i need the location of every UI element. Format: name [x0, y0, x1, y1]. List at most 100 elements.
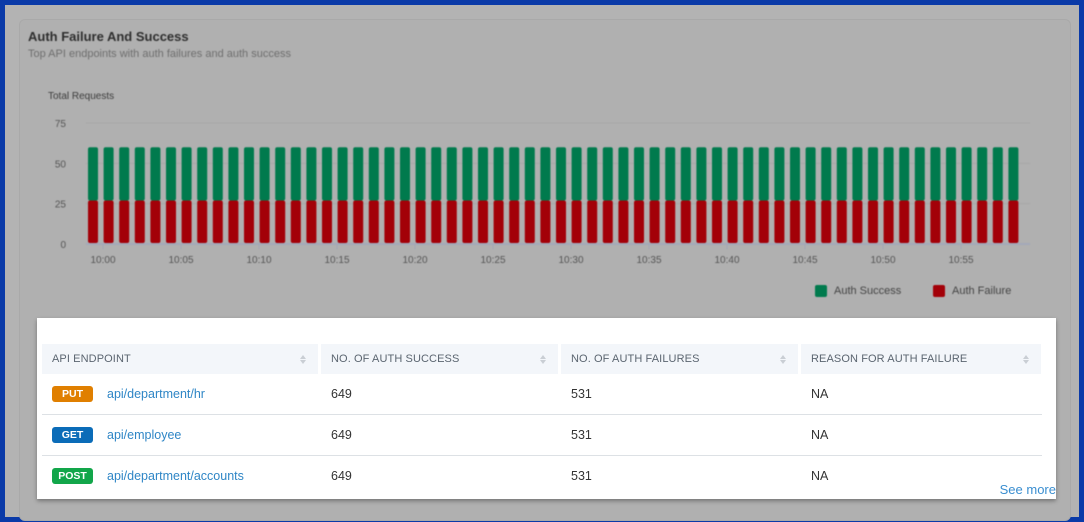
legend-item-auth-failure[interactable]: Auth Failure	[933, 285, 1011, 297]
bar-auth-failure[interactable]	[446, 200, 457, 243]
bar-auth-success[interactable]	[899, 147, 910, 201]
bar-auth-failure[interactable]	[181, 200, 192, 243]
bar-auth-failure[interactable]	[415, 200, 426, 243]
bar-auth-failure[interactable]	[712, 200, 722, 243]
bar-auth-success[interactable]	[805, 147, 816, 201]
bar-auth-success[interactable]	[992, 147, 1003, 201]
bar-auth-failure[interactable]	[306, 200, 317, 243]
bar-auth-failure[interactable]	[727, 200, 738, 243]
bar-auth-success[interactable]	[946, 147, 956, 201]
bar-auth-success[interactable]	[821, 147, 832, 201]
bar-auth-success[interactable]	[790, 147, 800, 201]
bar-auth-success[interactable]	[540, 147, 551, 201]
bar-auth-success[interactable]	[166, 147, 176, 201]
bar-auth-failure[interactable]	[649, 200, 660, 243]
bar-auth-success[interactable]	[275, 147, 286, 201]
bar-auth-failure[interactable]	[322, 200, 332, 243]
bar-auth-failure[interactable]	[899, 200, 910, 243]
bar-auth-failure[interactable]	[337, 200, 348, 243]
bar-auth-failure[interactable]	[914, 200, 925, 243]
bar-auth-failure[interactable]	[524, 200, 535, 243]
bar-auth-failure[interactable]	[665, 200, 676, 243]
bar-auth-success[interactable]	[618, 147, 629, 201]
bar-auth-failure[interactable]	[540, 200, 551, 243]
bar-auth-success[interactable]	[119, 147, 130, 201]
bar-auth-failure[interactable]	[634, 200, 644, 243]
bar-auth-failure[interactable]	[462, 200, 473, 243]
bar-auth-failure[interactable]	[946, 200, 956, 243]
bar-auth-success[interactable]	[961, 147, 972, 201]
bar-auth-success[interactable]	[103, 147, 114, 201]
sort-icon[interactable]	[300, 354, 306, 364]
bar-auth-failure[interactable]	[493, 200, 504, 243]
bar-auth-success[interactable]	[228, 147, 239, 201]
bar-auth-failure[interactable]	[868, 200, 878, 243]
bar-auth-success[interactable]	[446, 147, 457, 201]
bar-auth-failure[interactable]	[509, 200, 520, 243]
bar-auth-success[interactable]	[322, 147, 332, 201]
bar-auth-failure[interactable]	[743, 200, 754, 243]
bar-auth-failure[interactable]	[368, 200, 379, 243]
sort-icon[interactable]	[780, 354, 786, 364]
bar-auth-success[interactable]	[368, 147, 379, 201]
bar-auth-success[interactable]	[415, 147, 426, 201]
bar-auth-success[interactable]	[914, 147, 925, 201]
bar-auth-failure[interactable]	[680, 200, 691, 243]
column-header-auth-success[interactable]: NO. OF AUTH SUCCESS	[321, 344, 558, 374]
legend-item-auth-success[interactable]: Auth Success	[815, 285, 901, 297]
bar-auth-success[interactable]	[852, 147, 863, 201]
bar-auth-failure[interactable]	[212, 200, 223, 243]
bar-auth-failure[interactable]	[384, 200, 395, 243]
bar-auth-success[interactable]	[634, 147, 644, 201]
bar-auth-failure[interactable]	[353, 200, 364, 243]
bar-auth-failure[interactable]	[197, 200, 208, 243]
endpoint-link[interactable]: api/department/accounts	[107, 469, 244, 483]
bar-auth-success[interactable]	[727, 147, 738, 201]
bar-auth-success[interactable]	[883, 147, 894, 201]
endpoint-link[interactable]: api/employee	[107, 428, 181, 442]
bar-auth-failure[interactable]	[852, 200, 863, 243]
bar-auth-success[interactable]	[743, 147, 754, 201]
bar-auth-failure[interactable]	[977, 200, 988, 243]
bar-auth-failure[interactable]	[883, 200, 894, 243]
bar-auth-failure[interactable]	[961, 200, 972, 243]
see-more-link[interactable]: See more	[1000, 482, 1056, 497]
bar-auth-success[interactable]	[930, 147, 941, 201]
bar-auth-success[interactable]	[524, 147, 535, 201]
column-header-api-endpoint[interactable]: API ENDPOINT	[42, 344, 318, 374]
bar-auth-failure[interactable]	[290, 200, 301, 243]
bar-auth-success[interactable]	[212, 147, 223, 201]
bar-auth-failure[interactable]	[790, 200, 800, 243]
bar-auth-success[interactable]	[431, 147, 442, 201]
bar-auth-success[interactable]	[602, 147, 613, 201]
bar-auth-failure[interactable]	[992, 200, 1003, 243]
bar-auth-success[interactable]	[868, 147, 878, 201]
bar-auth-failure[interactable]	[275, 200, 286, 243]
bar-auth-failure[interactable]	[821, 200, 832, 243]
column-header-auth-failures[interactable]: NO. OF AUTH FAILURES	[561, 344, 798, 374]
bar-auth-success[interactable]	[88, 147, 98, 201]
bar-auth-failure[interactable]	[259, 200, 270, 243]
bar-auth-success[interactable]	[696, 147, 707, 201]
sort-icon[interactable]	[1023, 354, 1029, 364]
bar-auth-success[interactable]	[680, 147, 691, 201]
column-header-failure-reason[interactable]: REASON FOR AUTH FAILURE	[801, 344, 1041, 374]
bar-auth-failure[interactable]	[166, 200, 176, 243]
bar-auth-failure[interactable]	[1008, 200, 1019, 243]
bar-auth-success[interactable]	[774, 147, 785, 201]
bar-auth-failure[interactable]	[696, 200, 707, 243]
bar-auth-success[interactable]	[712, 147, 722, 201]
bar-auth-success[interactable]	[306, 147, 317, 201]
bar-auth-failure[interactable]	[244, 200, 254, 243]
bar-auth-success[interactable]	[197, 147, 208, 201]
bar-auth-failure[interactable]	[836, 200, 847, 243]
bar-auth-success[interactable]	[290, 147, 301, 201]
bar-auth-failure[interactable]	[478, 200, 488, 243]
endpoint-link[interactable]: api/department/hr	[107, 387, 205, 401]
bar-auth-failure[interactable]	[587, 200, 598, 243]
bar-auth-success[interactable]	[244, 147, 254, 201]
bar-auth-failure[interactable]	[431, 200, 442, 243]
bar-auth-failure[interactable]	[930, 200, 941, 243]
bar-auth-failure[interactable]	[556, 200, 566, 243]
bar-auth-success[interactable]	[977, 147, 988, 201]
